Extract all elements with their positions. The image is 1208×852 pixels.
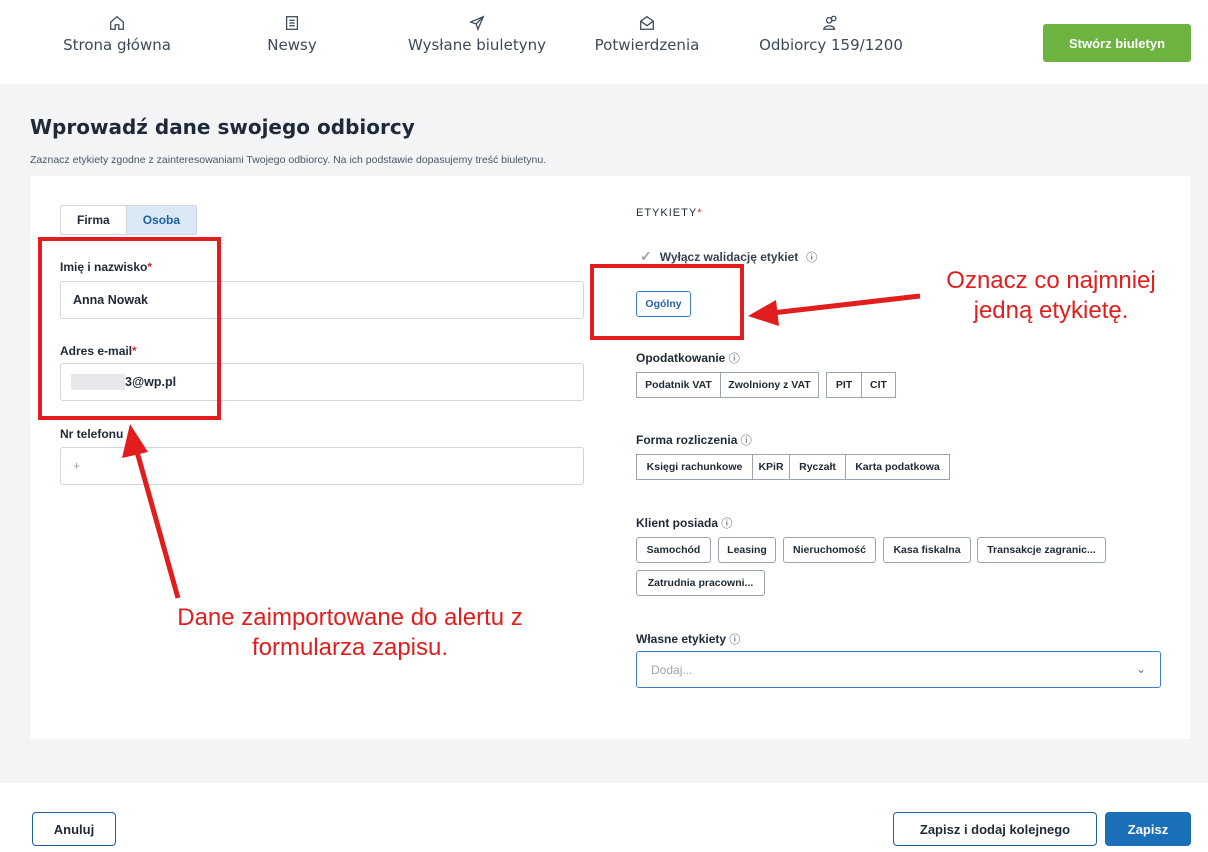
save-and-add-button[interactable]: Zapisz i dodaj kolejnego	[893, 812, 1097, 846]
save-button[interactable]: Zapisz	[1105, 812, 1191, 846]
cancel-button[interactable]: Anuluj	[32, 812, 116, 846]
arrow-to-tags	[748, 293, 921, 326]
annotation-arrows	[122, 293, 921, 599]
arrow-to-fields	[122, 424, 181, 599]
